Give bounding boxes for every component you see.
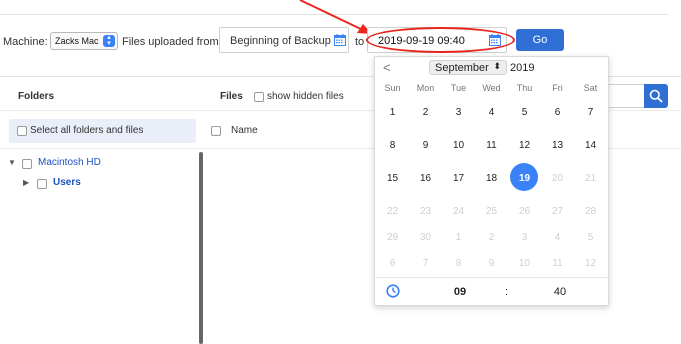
calendar-day: 26 xyxy=(518,206,531,217)
show-hidden-checkbox[interactable] xyxy=(254,92,264,102)
calendar-day[interactable]: 14 xyxy=(574,135,607,157)
month-stepper-icon: ⬍ xyxy=(493,61,501,71)
show-hidden-label: show hidden files xyxy=(267,91,344,102)
calendar-icon[interactable] xyxy=(334,34,346,46)
calendar-day: 12 xyxy=(584,258,597,269)
time-separator: : xyxy=(505,286,509,298)
calendar-day: 28 xyxy=(584,206,597,217)
calendar-day: 5 xyxy=(587,232,594,243)
machine-select-value: Zacks Mac xyxy=(55,36,99,46)
to-date-input[interactable]: 2019-09-19 09:40 xyxy=(367,27,507,53)
panel-splitter[interactable] xyxy=(199,152,203,344)
top-divider xyxy=(0,14,668,15)
calendar-day[interactable]: 4 xyxy=(475,102,508,124)
calendar-day[interactable]: 8 xyxy=(376,135,409,157)
select-all-button[interactable]: Select all folders and files xyxy=(9,119,196,143)
name-column-header: Name xyxy=(231,125,258,136)
go-button[interactable]: Go xyxy=(516,29,564,51)
calendar-day[interactable]: 16 xyxy=(409,168,442,190)
calendar-day: 8 xyxy=(455,258,462,269)
calendar-day: 7 xyxy=(422,258,429,269)
calendar-day[interactable]: 7 xyxy=(574,102,607,124)
previous-month-button[interactable]: < xyxy=(383,60,391,75)
calendar-day: 30 xyxy=(419,232,432,243)
calendar-day-selected[interactable]: 19 xyxy=(508,163,541,191)
expand-right-icon[interactable]: ▶ xyxy=(23,178,29,187)
calendar-day: 29 xyxy=(386,232,399,243)
calendar-day: 23 xyxy=(419,206,432,217)
calendar-icon[interactable] xyxy=(489,34,501,46)
machine-select[interactable]: Zacks Mac ▴ ▾ xyxy=(50,32,118,50)
calendar-day[interactable]: 12 xyxy=(508,135,541,157)
name-column-checkbox[interactable] xyxy=(211,126,221,136)
month-select-value: September xyxy=(435,62,489,74)
calendar-day[interactable]: 10 xyxy=(442,135,475,157)
weekday-label: Fri xyxy=(552,83,563,93)
calendar-day[interactable]: 9 xyxy=(409,135,442,157)
calendar-day: 27 xyxy=(551,206,564,217)
files-heading: Files xyxy=(220,91,243,102)
weekday-label: Thu xyxy=(516,83,533,93)
date-picker-popup: < September ⬍ 2019 Sun Mon Tue Wed Thu Fri Sat… xyxy=(374,56,609,306)
weekday-label: Tue xyxy=(450,83,467,93)
calendar-day: 4 xyxy=(554,232,561,243)
tree-checkbox-users[interactable] xyxy=(37,179,47,189)
calendar-day[interactable]: 1 xyxy=(376,102,409,124)
calendar-day[interactable]: 2 xyxy=(409,102,442,124)
hour-value[interactable]: 09 xyxy=(445,286,475,298)
tree-item-users[interactable]: Users xyxy=(53,177,81,188)
weekday-label: Mon xyxy=(416,83,435,93)
year-label[interactable]: 2019 xyxy=(510,62,534,74)
select-all-label: Select all folders and files xyxy=(30,125,144,136)
tree-item-macintosh-hd[interactable]: Macintosh HD xyxy=(38,157,101,168)
calendar-day[interactable]: 6 xyxy=(541,102,574,124)
search-icon xyxy=(649,89,663,103)
expand-down-icon[interactable]: ▼ xyxy=(8,158,16,167)
machine-label: Machine: xyxy=(3,36,48,48)
calendar-day: 3 xyxy=(521,232,528,243)
from-label: Files uploaded from: xyxy=(122,36,222,48)
weekday-label: Sun xyxy=(384,83,401,93)
calendar-day: 22 xyxy=(386,206,399,217)
calendar-day: 2 xyxy=(488,232,495,243)
calendar-day[interactable]: 3 xyxy=(442,102,475,124)
weekday-label: Sat xyxy=(583,83,598,93)
calendar-day: 6 xyxy=(389,258,396,269)
calendar-day[interactable]: 15 xyxy=(376,168,409,190)
from-date-input[interactable]: Beginning of Backup xyxy=(219,27,349,53)
to-date-value: 2019-09-19 09:40 xyxy=(378,35,465,47)
calendar-day[interactable]: 13 xyxy=(541,135,574,157)
calendar-day: 10 xyxy=(518,258,531,269)
to-label: to xyxy=(355,36,365,48)
select-stepper-icon: ▴ ▾ xyxy=(103,34,115,47)
calendar-day: 20 xyxy=(551,173,564,184)
calendar-day: 11 xyxy=(552,258,563,269)
folders-heading: Folders xyxy=(18,91,55,102)
calendar-day: 25 xyxy=(485,206,498,217)
calendar-day: 1 xyxy=(455,232,462,243)
calendar-day: 24 xyxy=(452,206,465,217)
minute-value[interactable]: 40 xyxy=(545,286,575,298)
select-all-checkbox[interactable] xyxy=(17,126,27,136)
calendar-day[interactable]: 18 xyxy=(475,168,508,190)
clock-icon[interactable] xyxy=(386,284,400,298)
calendar-day: 9 xyxy=(488,258,495,269)
calendar-day[interactable]: 11 xyxy=(475,135,508,157)
calendar-day[interactable]: 17 xyxy=(442,168,475,190)
calendar-day[interactable]: 5 xyxy=(508,102,541,124)
calendar-footer-divider xyxy=(375,277,608,278)
search-button[interactable] xyxy=(644,84,668,108)
month-select[interactable]: September ⬍ xyxy=(429,60,507,75)
from-date-value: Beginning of Backup xyxy=(230,35,331,47)
weekday-label: Wed xyxy=(482,83,501,93)
tree-checkbox-root[interactable] xyxy=(22,159,32,169)
calendar-day: 21 xyxy=(584,173,597,184)
